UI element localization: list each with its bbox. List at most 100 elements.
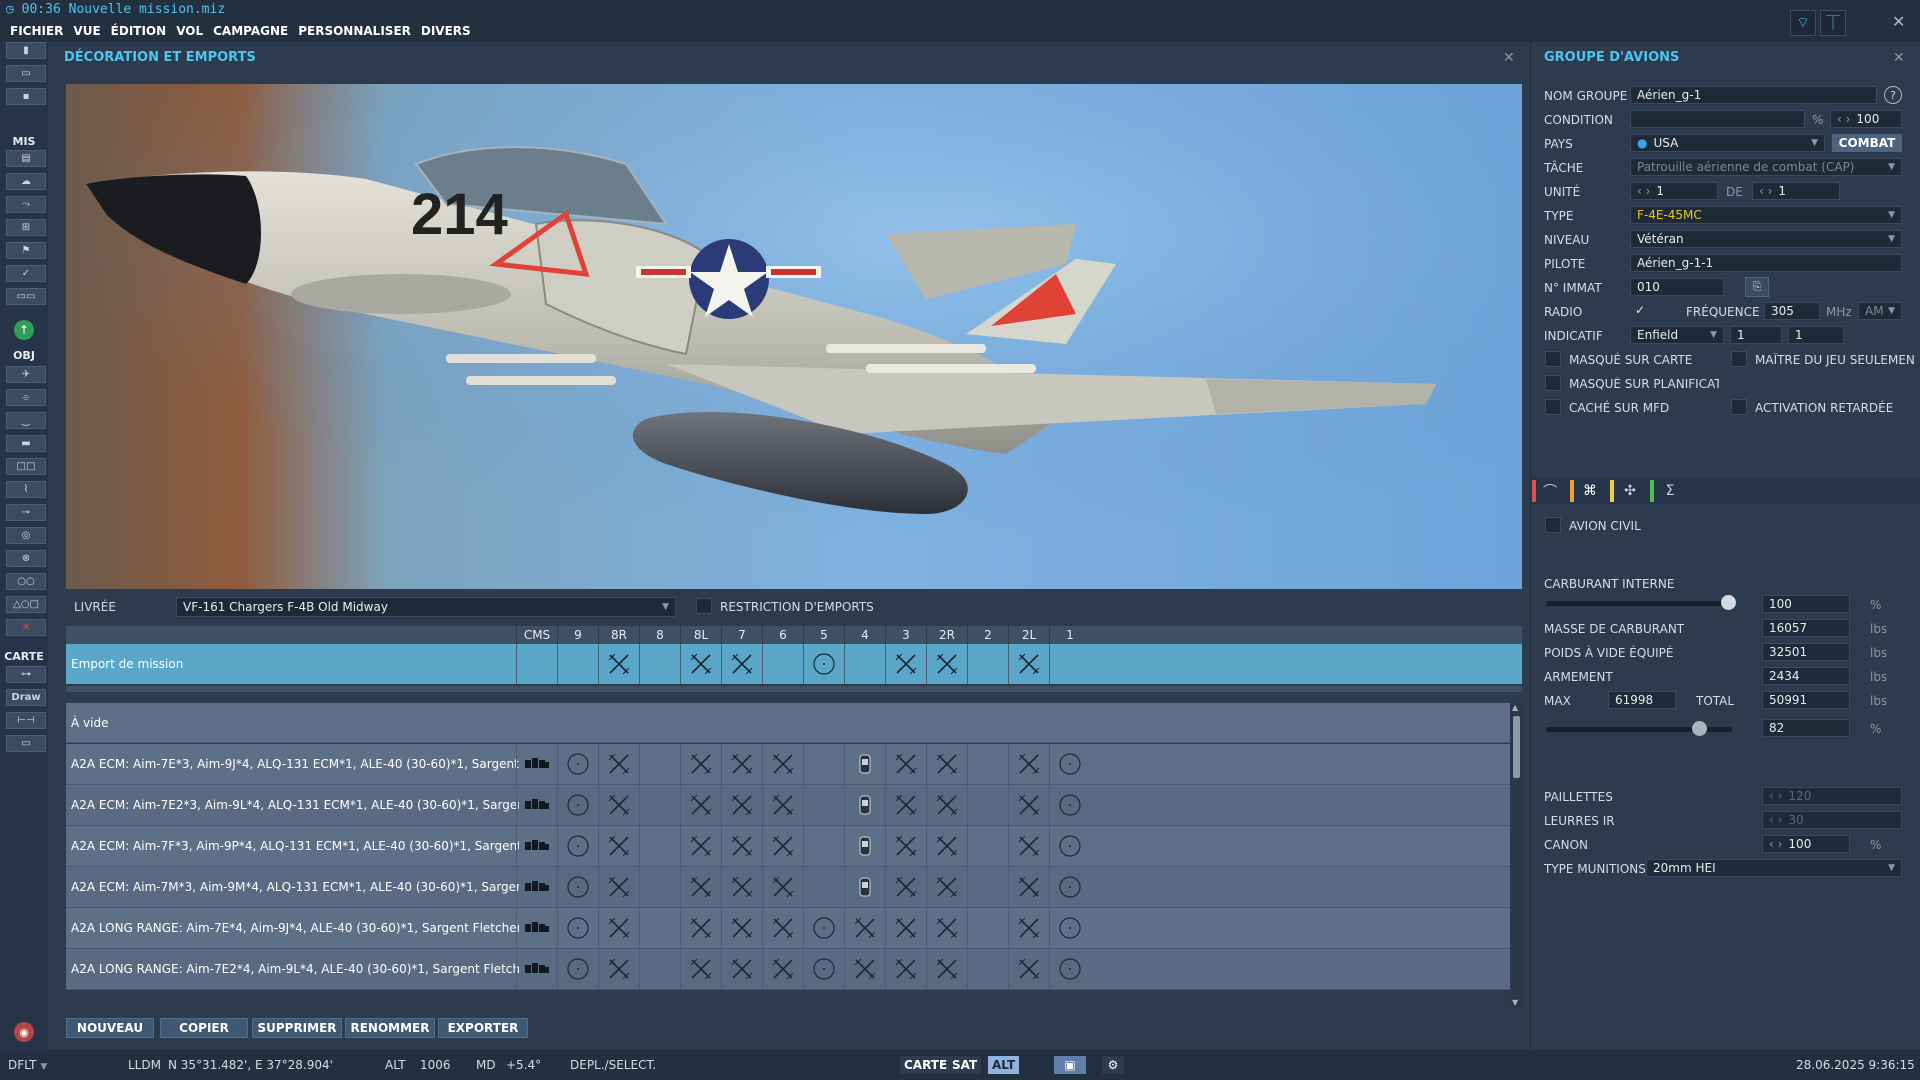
- triggers-button[interactable]: ⊞: [6, 219, 46, 236]
- station-cell-6[interactable]: [762, 826, 803, 866]
- loadout-row[interactable]: A2A LONG RANGE: Aim-7E2*4, Aim-9L*4, ALE…: [66, 949, 1510, 990]
- briefing-button[interactable]: ▤: [6, 150, 46, 167]
- coord-format[interactable]: LLDM: [128, 1058, 161, 1072]
- station-cell-2l[interactable]: [1008, 644, 1049, 684]
- station-cell-7[interactable]: [721, 867, 762, 907]
- station-cell-1[interactable]: [1049, 826, 1090, 866]
- pilot-input[interactable]: Aérien_g-1-1: [1630, 254, 1902, 272]
- station-cell-2[interactable]: [967, 949, 1008, 989]
- station-cell-2r[interactable]: [926, 949, 967, 989]
- station-cell-1[interactable]: [1049, 867, 1090, 907]
- station-cell-cms[interactable]: [516, 949, 557, 989]
- station-cell-8r[interactable]: [598, 826, 639, 866]
- loadout-row[interactable]: A2A ECM: Aim-7M*3, Aim-9M*4, ALQ-131 ECM…: [66, 867, 1510, 908]
- altitude-view-button[interactable]: ALT: [988, 1056, 1020, 1074]
- station-cell-5[interactable]: [803, 826, 844, 866]
- check-button[interactable]: ✓: [6, 265, 46, 282]
- tab-payload-icon[interactable]: ⌘: [1578, 480, 1602, 502]
- add-green-icon[interactable]: ↑: [14, 320, 34, 340]
- station-cell-8r[interactable]: [598, 644, 639, 684]
- menu-edit[interactable]: ÉDITION: [111, 24, 167, 38]
- unit-stepper[interactable]: ‹ › 1: [1630, 182, 1718, 200]
- map-key-button[interactable]: ⊶: [6, 666, 46, 683]
- target-button[interactable]: ◎: [6, 527, 46, 544]
- weather-button[interactable]: ☁: [6, 173, 46, 190]
- station-cell-3[interactable]: [885, 785, 926, 825]
- station-cell-3[interactable]: [885, 949, 926, 989]
- delete-icon[interactable]: ✕: [6, 619, 46, 636]
- skill-select[interactable]: Vétéran ▼: [1630, 230, 1902, 248]
- station-cell-8l[interactable]: [680, 867, 721, 907]
- station-cell-8[interactable]: [639, 785, 680, 825]
- ammo-type-select[interactable]: 20mm HEI ▼: [1646, 859, 1902, 877]
- map-view-button[interactable]: CARTE: [900, 1056, 952, 1074]
- station-cell-2r[interactable]: [926, 908, 967, 948]
- station-cell-5[interactable]: [803, 908, 844, 948]
- gun-stepper[interactable]: ‹ › 100: [1762, 835, 1850, 853]
- station-cell-8l[interactable]: [680, 644, 721, 684]
- station-cell-5[interactable]: [803, 644, 844, 684]
- station-cell-1[interactable]: [1049, 908, 1090, 948]
- save-button[interactable]: ▪: [6, 88, 46, 105]
- vehicle-button[interactable]: ▬: [6, 435, 46, 452]
- station-cell-2r[interactable]: [926, 785, 967, 825]
- station-cell-cms[interactable]: [516, 644, 557, 684]
- camera-icon[interactable]: ▣: [1054, 1056, 1086, 1074]
- station-cell-2r[interactable]: [926, 826, 967, 866]
- station-cell-8r[interactable]: [598, 785, 639, 825]
- station-cell-1[interactable]: [1049, 744, 1090, 784]
- menu-campaign[interactable]: CAMPAGNE: [213, 24, 288, 38]
- station-cell-7[interactable]: [721, 949, 762, 989]
- civil-aircraft-checkbox[interactable]: [1545, 517, 1561, 533]
- station-cell-8r[interactable]: [598, 908, 639, 948]
- condition-input[interactable]: [1630, 110, 1805, 128]
- open-folder-button[interactable]: ▭: [6, 65, 46, 82]
- callsign-select[interactable]: Enfield ▼: [1630, 326, 1724, 344]
- station-cell-9[interactable]: [557, 949, 598, 989]
- station-cell-5[interactable]: [803, 744, 844, 784]
- group-button[interactable]: ○○: [6, 573, 46, 590]
- unit-count-stepper[interactable]: ‹ › 1: [1752, 182, 1840, 200]
- export-loadout-button[interactable]: EXPORTER: [438, 1018, 528, 1038]
- fuel-mass-input[interactable]: 16057: [1762, 619, 1850, 637]
- station-cell-3[interactable]: [885, 644, 926, 684]
- station-cell-2l[interactable]: [1008, 785, 1049, 825]
- station-cell-8l[interactable]: [680, 826, 721, 866]
- station-cell-cms[interactable]: [516, 826, 557, 866]
- menu-view[interactable]: VUE: [73, 24, 100, 38]
- station-cell-9[interactable]: [557, 644, 598, 684]
- station-cell-4[interactable]: [844, 867, 885, 907]
- station-cell-2[interactable]: [967, 826, 1008, 866]
- station-cell-8l[interactable]: [680, 949, 721, 989]
- mission-loadout-row[interactable]: Emport de mission: [66, 644, 1522, 684]
- menu-customize[interactable]: PERSONNALISER: [298, 24, 411, 38]
- station-cell-cms[interactable]: [516, 867, 557, 907]
- draw-button[interactable]: Draw: [6, 689, 46, 706]
- station-cell-2r[interactable]: [926, 867, 967, 907]
- station-cell-7[interactable]: [721, 785, 762, 825]
- copy-loadout-button[interactable]: COPIER: [160, 1018, 248, 1038]
- radio-checkbox[interactable]: ✓: [1632, 302, 1648, 318]
- ruler-button[interactable]: ⊢⊣: [6, 712, 46, 729]
- station-cell-9[interactable]: [557, 908, 598, 948]
- group-close-icon[interactable]: ✕: [1893, 50, 1905, 66]
- flares-stepper[interactable]: ‹ › 30: [1762, 811, 1902, 829]
- country-select[interactable]: ● USA ▼: [1630, 134, 1825, 152]
- new-file-button[interactable]: ▮: [6, 42, 46, 59]
- tail-number-input[interactable]: 010: [1630, 278, 1724, 296]
- station-cell-5[interactable]: [803, 949, 844, 989]
- nav-button[interactable]: ⊸: [6, 504, 46, 521]
- station-cell-1[interactable]: [1049, 644, 1090, 684]
- wifi-icon[interactable]: ⌔: [1790, 10, 1816, 36]
- rename-loadout-button[interactable]: RENOMMER: [345, 1018, 435, 1038]
- rect-button[interactable]: ▭: [6, 735, 46, 752]
- station-cell-6[interactable]: [762, 644, 803, 684]
- station-cell-7[interactable]: [721, 644, 762, 684]
- goals-button[interactable]: ▭▭: [6, 288, 46, 305]
- station-cell-3[interactable]: [885, 744, 926, 784]
- station-cell-cms[interactable]: [516, 908, 557, 948]
- station-cell-4[interactable]: [844, 744, 885, 784]
- aircraft-button[interactable]: ✈: [6, 366, 46, 383]
- station-cell-8r[interactable]: [598, 867, 639, 907]
- station-cell-3[interactable]: [885, 826, 926, 866]
